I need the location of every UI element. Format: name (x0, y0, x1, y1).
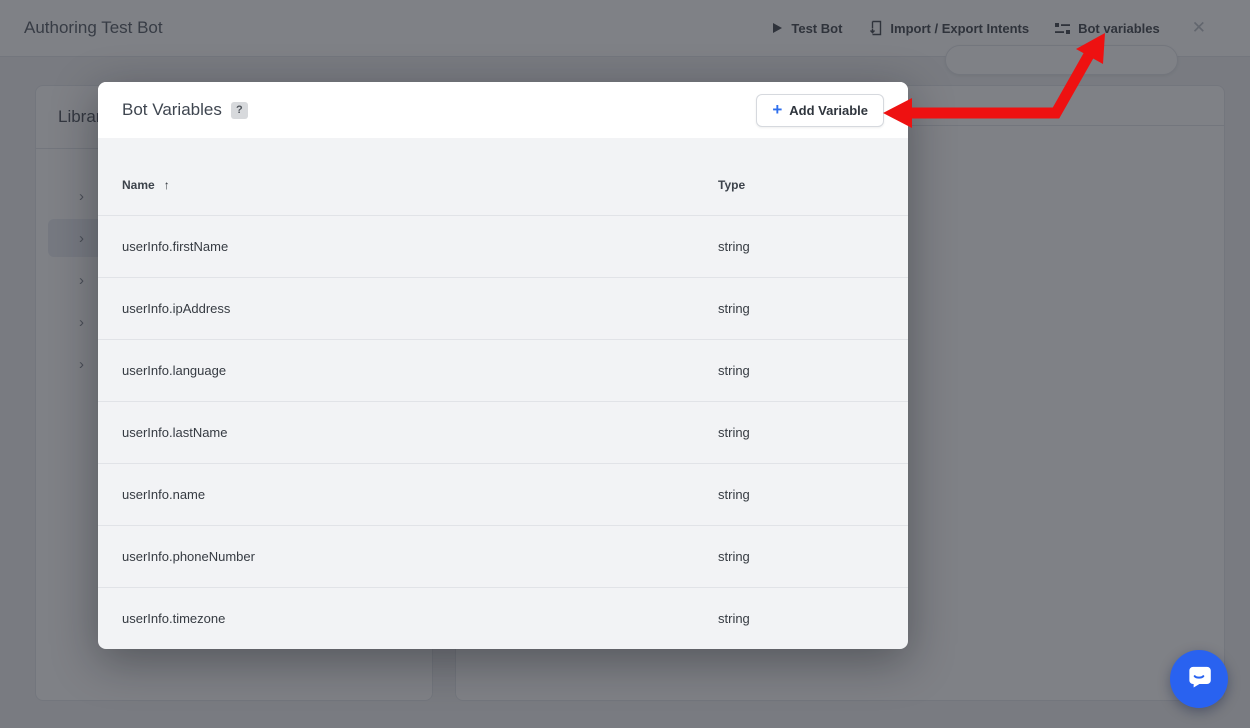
variable-type-cell: string (718, 363, 750, 378)
variable-row[interactable]: userInfo.lastName string (98, 401, 908, 463)
variable-name-cell: userInfo.name (122, 487, 205, 502)
variable-row[interactable]: userInfo.firstName string (98, 215, 908, 277)
variables-table-header: Name ↑ Type (98, 138, 908, 215)
help-icon[interactable]: ? (231, 102, 248, 119)
variable-type-cell: string (718, 301, 750, 316)
variable-name-cell: userInfo.phoneNumber (122, 549, 255, 564)
add-variable-label: Add Variable (789, 103, 868, 118)
plus-icon: + (772, 101, 782, 118)
name-column-label: Name (122, 178, 155, 192)
variable-row[interactable]: userInfo.timezone string (98, 587, 908, 649)
chat-launcher-button[interactable] (1170, 650, 1228, 708)
variable-name-cell: userInfo.timezone (122, 611, 225, 626)
bot-variables-modal: Bot Variables ? + Add Variable Name ↑ Ty… (98, 82, 908, 649)
column-header-name[interactable]: Name ↑ (122, 178, 170, 192)
app-window: Authoring Test Bot Test Bot Import / Exp… (0, 0, 1250, 728)
variable-name-cell: userInfo.firstName (122, 239, 228, 254)
column-header-type[interactable]: Type (718, 178, 745, 192)
variables-table-body: userInfo.firstName string userInfo.ipAdd… (98, 215, 908, 649)
variable-type-cell: string (718, 549, 750, 564)
variable-row[interactable]: userInfo.phoneNumber string (98, 525, 908, 587)
variable-type-cell: string (718, 425, 750, 440)
variable-row[interactable]: userInfo.language string (98, 339, 908, 401)
variable-name-cell: userInfo.language (122, 363, 226, 378)
variable-row[interactable]: userInfo.name string (98, 463, 908, 525)
add-variable-button[interactable]: + Add Variable (756, 94, 884, 127)
modal-header: Bot Variables ? + Add Variable (98, 82, 908, 138)
variable-type-cell: string (718, 611, 750, 626)
variable-name-cell: userInfo.ipAddress (122, 301, 230, 316)
variable-type-cell: string (718, 239, 750, 254)
variable-type-cell: string (718, 487, 750, 502)
variable-name-cell: userInfo.lastName (122, 425, 228, 440)
variable-row[interactable]: userInfo.ipAddress string (98, 277, 908, 339)
modal-title: Bot Variables (122, 100, 222, 120)
chat-bubble-icon (1184, 662, 1214, 697)
sort-ascending-icon: ↑ (164, 178, 170, 192)
